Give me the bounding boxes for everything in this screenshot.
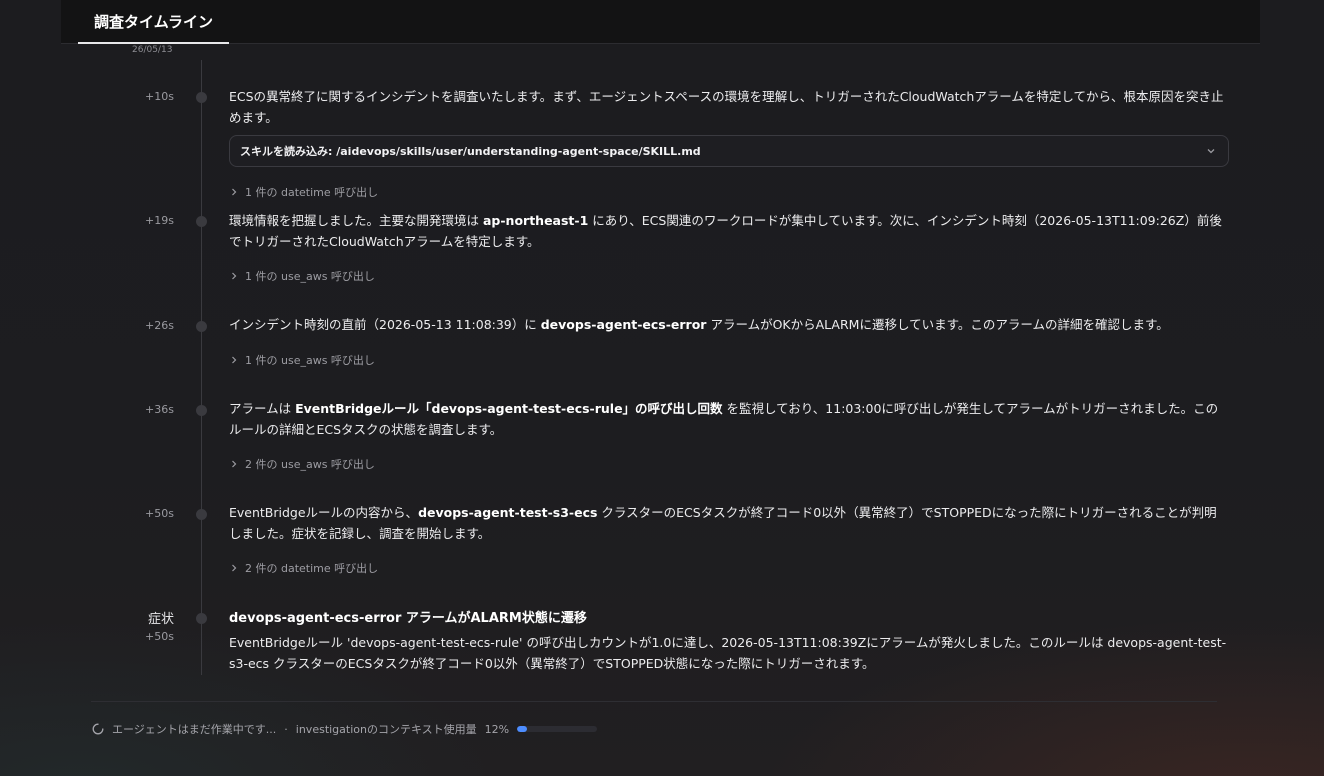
timeline-dot [196, 509, 207, 520]
tool-calls-toggle[interactable]: 1 件の use_aws 呼び出し [229, 352, 1229, 368]
entry-time: +26s [145, 319, 174, 332]
status-separator: · [284, 722, 288, 736]
tool-calls-toggle[interactable]: 1 件の use_aws 呼び出し [229, 268, 1229, 284]
tool-calls-toggle[interactable]: 2 件の datetime 呼び出し [229, 560, 1229, 576]
symptom-text: EventBridgeルール 'devops-agent-test-ecs-ru… [229, 635, 1227, 671]
tool-calls-toggle[interactable]: 1 件の datetime 呼び出し [229, 184, 1229, 200]
chevron-right-icon [232, 356, 237, 364]
symptom-label: 症状 [147, 612, 174, 627]
context-usage-fill [517, 726, 527, 732]
entry-time: +10s [145, 90, 174, 103]
timeline-rail [201, 60, 202, 675]
entry-time: +50s [145, 507, 174, 520]
context-usage-bar [517, 726, 598, 732]
entry-time: +36s [145, 403, 174, 416]
skill-load-label: スキルを読み込み: /aidevops/skills/user/understa… [240, 145, 701, 158]
entry-text: EventBridgeルールの内容から、devops-agent-test-s3… [229, 505, 1217, 541]
chevron-right-icon [232, 564, 237, 572]
chevron-right-icon [232, 272, 237, 280]
tool-calls-label: 1 件の datetime 呼び出し [245, 186, 379, 199]
timeline-dot [196, 405, 207, 416]
footer-divider [91, 701, 1217, 702]
context-usage-percent: 12% [484, 722, 510, 736]
chevron-right-icon [232, 188, 237, 196]
skill-load-dropdown[interactable]: スキルを読み込み: /aidevops/skills/user/understa… [229, 135, 1229, 167]
spinner-icon [92, 723, 104, 735]
symptom-title: devops-agent-ecs-error アラームがALARM状態に遷移 [229, 611, 587, 626]
entry-time: +19s [145, 214, 174, 227]
timeline-date: 26/05/13 [132, 45, 173, 55]
chevron-right-icon [232, 460, 237, 468]
timeline-dot [196, 613, 207, 624]
timeline-dot [196, 216, 207, 227]
entry-time: +50s [145, 630, 174, 643]
tool-calls-label: 2 件の use_aws 呼び出し [245, 458, 375, 471]
timeline-dot [196, 321, 207, 332]
entry-text: アラームは EventBridgeルール「devops-agent-test-e… [229, 401, 1219, 437]
context-usage-label: investigationのコンテキスト使用量 [295, 723, 477, 736]
entry-text: 環境情報を把握しました。主要な開発環境は ap-northeast-1 にあり、… [229, 213, 1222, 249]
chevron-down-icon [1207, 149, 1215, 154]
entry-text: インシデント時刻の直前（2026-05-13 11:08:39）に devops… [229, 317, 1169, 332]
app-root: 調査タイムライン 26/05/13 +10s ECSの異常終了に関するインシデン… [0, 0, 1324, 776]
agent-status-text: エージェントはまだ作業中です... [112, 723, 277, 736]
tab-investigation-timeline[interactable]: 調査タイムライン [78, 0, 229, 44]
tool-calls-toggle[interactable]: 2 件の use_aws 呼び出し [229, 456, 1229, 472]
tool-calls-label: 2 件の datetime 呼び出し [245, 562, 379, 575]
tool-calls-label: 1 件の use_aws 呼び出し [245, 270, 375, 283]
agent-status-bar: エージェントはまだ作業中です... · investigationのコンテキスト… [92, 721, 598, 737]
tool-calls-label: 1 件の use_aws 呼び出し [245, 354, 375, 367]
tab-bar: 調査タイムライン [61, 0, 1260, 44]
entry-text: ECSの異常終了に関するインシデントを調査いたします。まず、エージェントスペース… [229, 89, 1224, 125]
timeline-dot [196, 92, 207, 103]
